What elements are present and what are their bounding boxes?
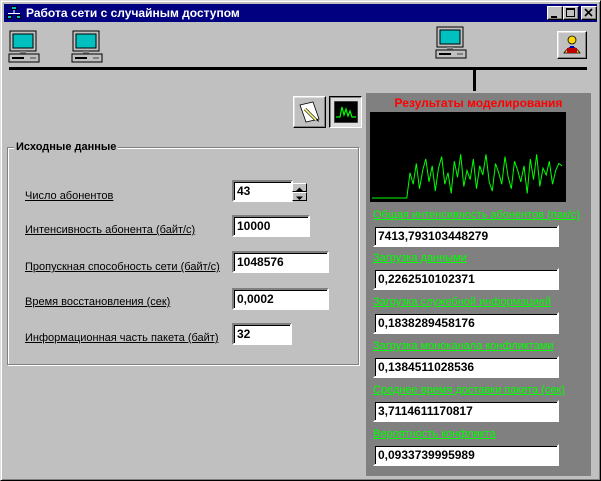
network-capacity-input[interactable]: 1048576 <box>232 251 329 273</box>
network-capacity-label: Пропускная способность сети (байт/с) <box>25 261 220 273</box>
result-value-data-load[interactable]: 0,2262510102371 <box>373 268 559 290</box>
result-value-total-intensity[interactable]: 7413,793103448279 <box>373 225 559 247</box>
chart-series-line <box>372 154 563 199</box>
maximize-icon <box>566 8 575 17</box>
subscribers-count-input[interactable]: 43 <box>232 180 293 202</box>
load-chart <box>370 112 566 202</box>
recovery-time-input[interactable]: 0,0002 <box>232 288 329 310</box>
arrow-down-icon <box>296 196 303 200</box>
results-title: Результаты моделирования <box>394 96 563 110</box>
window-title: Работа сети с случайным доступом <box>26 6 240 20</box>
subscribers-count-label: Число абонентов <box>25 190 114 202</box>
close-icon <box>584 8 593 17</box>
help-person-icon <box>563 35 581 54</box>
main-window: Работа сети с случайным доступом Исходны… <box>0 0 601 481</box>
result-value-service-load[interactable]: 0,1838289458176 <box>373 312 559 334</box>
maximize-button[interactable] <box>563 6 579 20</box>
packet-info-size-input[interactable]: 32 <box>232 323 292 345</box>
packet-info-size-label: Информационная часть пакета (байт) <box>25 332 219 344</box>
result-value-conflict-load[interactable]: 0,1384511028536 <box>373 356 559 378</box>
subscriber-intensity-input[interactable]: 10000 <box>232 215 310 237</box>
title-bar[interactable]: Работа сети с случайным доступом <box>4 4 597 22</box>
minimize-icon <box>551 16 557 18</box>
computer-icon <box>71 30 103 63</box>
subscriber-intensity-label: Интенсивность абонента (байт/с) <box>25 224 196 236</box>
result-label-data-load: Загрузка данными <box>373 252 467 264</box>
close-button[interactable] <box>581 6 597 20</box>
server-computer-icon <box>435 26 467 59</box>
spin-up-button[interactable] <box>292 183 307 192</box>
network-app-icon <box>7 6 21 19</box>
help-button[interactable] <box>557 31 587 59</box>
input-group-legend: Исходные данные <box>14 141 119 153</box>
edit-data-button[interactable] <box>293 96 326 128</box>
result-label-conflict-load: Загрузка моноканала конфликтами <box>373 340 554 352</box>
subscribers-count-spinner[interactable] <box>292 183 307 201</box>
minimize-button[interactable] <box>547 6 563 20</box>
results-panel: Результаты моделирования Общая интенсивн… <box>366 93 591 476</box>
result-label-conflict-probability: Вероятность конфликта <box>373 428 496 440</box>
result-value-conflict-probability[interactable]: 0,0933739995989 <box>373 444 559 466</box>
spin-down-button[interactable] <box>292 192 307 201</box>
computer-icon <box>8 30 40 63</box>
pencil-paper-icon <box>299 101 320 123</box>
chart-view-button[interactable] <box>329 96 362 128</box>
network-bus-line <box>9 67 587 70</box>
network-drop-line <box>473 69 476 91</box>
result-label-total-intensity: Общая интенсивность абонентов (пак/с) <box>373 209 580 221</box>
recovery-time-label: Время восстановления (сек) <box>25 296 171 308</box>
waveform-icon <box>334 101 358 123</box>
result-label-delivery-time: Среднее время доставки пакета (сек) <box>373 384 565 396</box>
result-value-delivery-time[interactable]: 3,7114611170817 <box>373 400 559 422</box>
result-label-service-load: Загрузка служебной информацией <box>373 296 552 308</box>
